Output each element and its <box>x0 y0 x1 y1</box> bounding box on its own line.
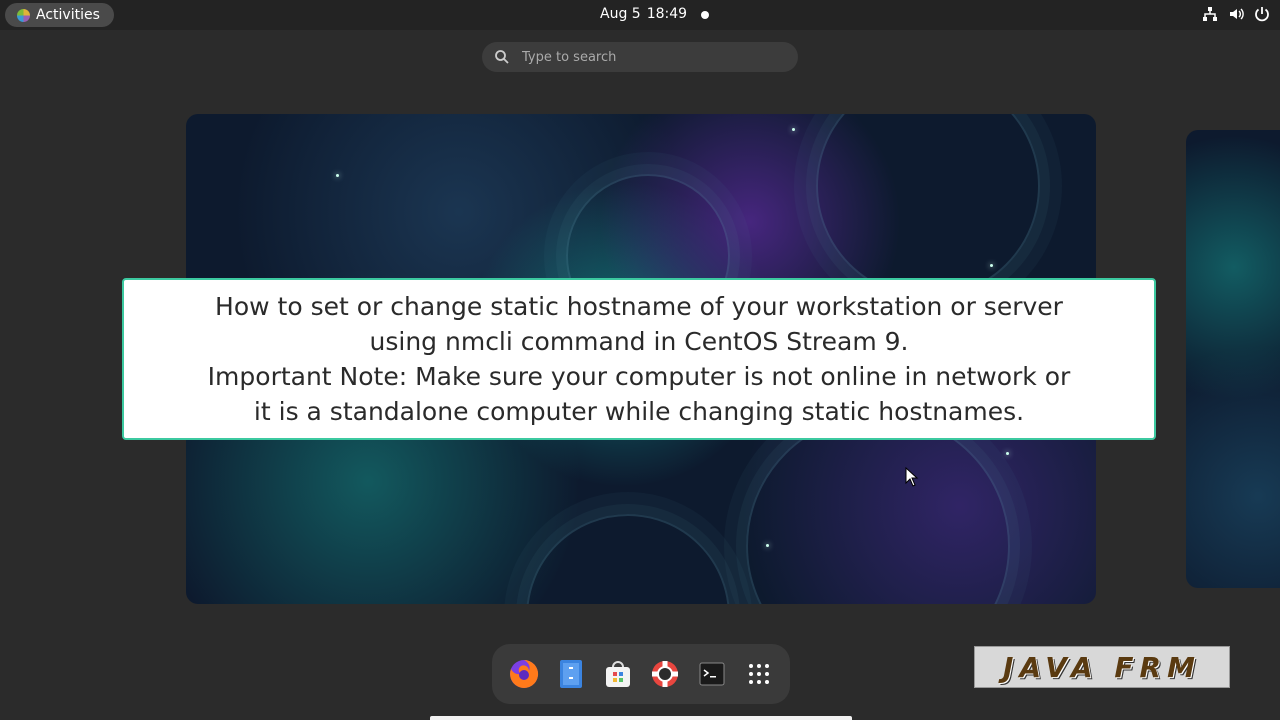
caption-line: it is a standalone computer while changi… <box>253 397 1025 426</box>
firefox-icon[interactable] <box>507 657 541 691</box>
app-grid-icon[interactable] <box>742 657 776 691</box>
caption-line: using nmcli command in CentOS Stream 9. <box>369 327 909 356</box>
software-icon[interactable] <box>601 657 635 691</box>
volume-icon[interactable] <box>1228 6 1244 22</box>
watermark-logo: JAVA FRM <box>974 646 1230 688</box>
files-icon[interactable] <box>554 657 588 691</box>
caption-line: Important Note: Make sure your computer … <box>207 362 1071 391</box>
power-icon[interactable] <box>1254 6 1270 22</box>
activities-label: Activities <box>36 7 100 23</box>
clock-time: 18:49 <box>646 6 688 22</box>
workspace-indicator-strip <box>430 716 852 720</box>
wallpaper-swirl <box>816 114 1040 298</box>
wallpaper-swirl <box>526 514 730 604</box>
wallpaper-star <box>766 544 769 547</box>
wallpaper-star <box>990 264 993 267</box>
terminal-icon[interactable] <box>695 657 729 691</box>
caption-line: How to set or change static hostname of … <box>215 292 1063 321</box>
wallpaper-star <box>336 174 339 177</box>
search-icon <box>495 50 509 64</box>
help-icon[interactable] <box>648 657 682 691</box>
mouse-cursor-icon <box>905 467 919 487</box>
clock[interactable]: Aug 5 18:49 <box>600 6 687 22</box>
wallpaper-star <box>1006 452 1009 455</box>
wallpaper-star <box>792 128 795 131</box>
clock-date: Aug 5 <box>600 6 641 22</box>
wallpaper-swirl <box>746 414 1010 604</box>
caption-overlay: How to set or change static hostname of … <box>122 278 1156 440</box>
dock <box>492 644 790 704</box>
activities-button[interactable]: Activities <box>5 3 114 27</box>
search-bar[interactable] <box>482 42 798 72</box>
workspace-thumbnail-next[interactable] <box>1186 130 1280 588</box>
system-tray[interactable] <box>1202 6 1270 22</box>
top-bar: Activities Aug 5 18:49 <box>0 0 1280 30</box>
distro-logo-icon <box>17 8 30 22</box>
network-icon[interactable] <box>1202 6 1218 22</box>
notification-dot-icon <box>701 11 709 19</box>
search-input[interactable] <box>520 48 798 66</box>
